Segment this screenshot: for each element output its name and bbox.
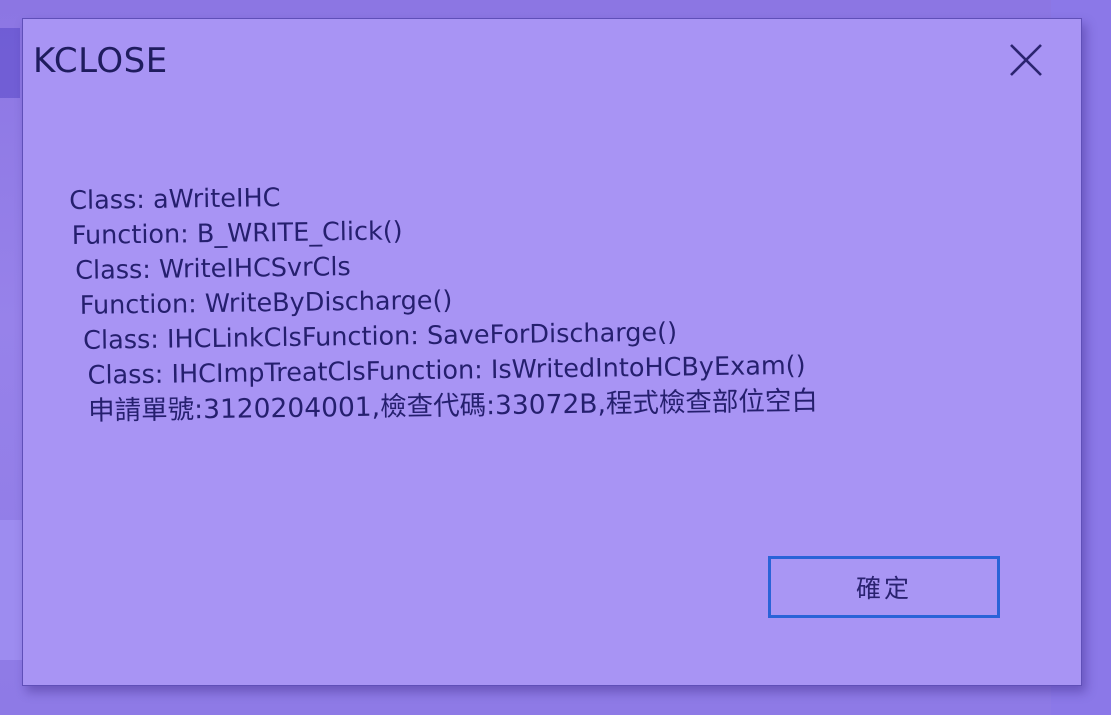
close-icon [1010,44,1042,76]
error-dialog: KCLOSE Class: aWriteIHC Function: B_WRIT… [22,18,1082,686]
error-message: Class: aWriteIHC Function: B_WRITE_Click… [69,171,1012,429]
background-glyph [0,28,20,98]
ok-button[interactable]: 確定 [768,556,1000,618]
dialog-title: KCLOSE [33,41,168,81]
close-button[interactable] [1001,35,1051,85]
